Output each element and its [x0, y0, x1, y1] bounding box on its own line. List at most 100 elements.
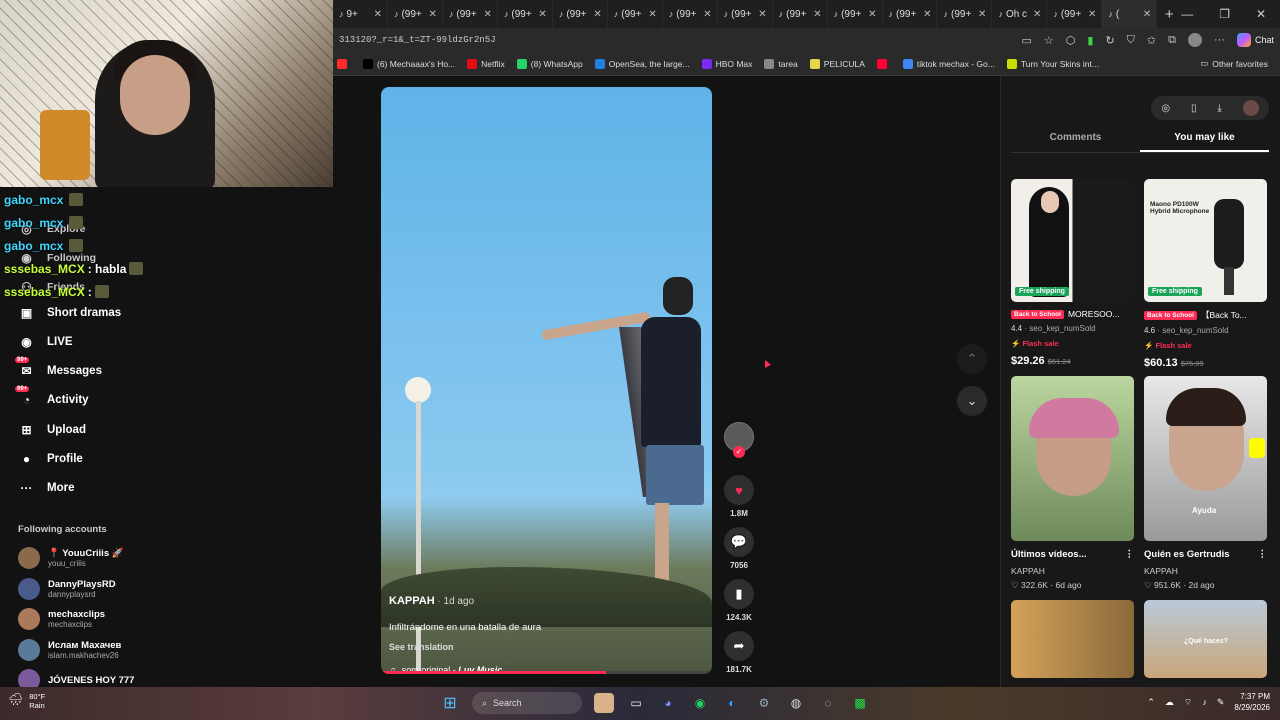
follow-plus-icon[interactable]: ✓	[733, 446, 745, 458]
browser-tab[interactable]: ♪ (99+ ✕	[1047, 0, 1103, 28]
sidebar-item-live[interactable]: ◉ LIVE	[18, 333, 72, 350]
bookmark-item[interactable]: Netflix	[467, 58, 505, 69]
following-account[interactable]: mechaxclips mechaxclips	[18, 608, 105, 630]
file-explorer-icon[interactable]: ▭	[626, 693, 646, 713]
close-icon[interactable]: ✕	[813, 9, 821, 20]
shield-icon[interactable]: ⛉	[1127, 34, 1135, 47]
browser-tab[interactable]: ♪ (99+ ✕	[553, 0, 608, 28]
bookmark-item[interactable]: (8) WhatsApp	[516, 58, 583, 69]
video-card[interactable]: Ayuda Quién es Gertrudis ⋮ KAPPAH ♡ 951.6…	[1144, 376, 1267, 591]
browser-tab[interactable]: ♪ (99+ ✕	[443, 0, 498, 28]
browser-tab[interactable]: ♪ (99+ ✕	[608, 0, 663, 28]
video-progress-bar[interactable]	[381, 671, 712, 674]
minimize-icon[interactable]: —	[1181, 7, 1193, 21]
browser-tab[interactable]: ♪(✕	[1102, 0, 1158, 28]
close-icon[interactable]: ✕	[593, 9, 601, 20]
video-player[interactable]: KAPPAH · 1d ago Infiltrándome en una bat…	[381, 87, 712, 674]
share-button[interactable]: ➦ 181.7K	[720, 631, 758, 674]
bookmark-item[interactable]: Turn Your Skins int...	[1006, 58, 1099, 69]
bookmark-item[interactable]: OpenSea, the large...	[594, 58, 690, 69]
close-icon[interactable]: ✕	[703, 9, 711, 20]
product-card[interactable]: Free shipping Back to School MORESOO... 4…	[1011, 179, 1134, 367]
close-icon[interactable]: ✕	[483, 9, 491, 20]
tab-comments[interactable]: Comments	[1011, 132, 1140, 152]
close-icon[interactable]: ✕	[374, 9, 382, 20]
browser-tab[interactable]: ♪ (99+ ✕	[388, 0, 443, 28]
bookmark-item[interactable]: (6) Mechaaax's Ho...	[363, 58, 455, 69]
close-icon[interactable]: ✕	[648, 9, 656, 20]
close-icon[interactable]: ✕	[538, 9, 546, 20]
bookmark-item[interactable]: tarea	[764, 58, 798, 69]
like-button[interactable]: ♥ 1.8M	[720, 475, 758, 518]
browser-tab[interactable]: ♪ (99+ ✕	[718, 0, 773, 28]
app-icon[interactable]: ◌	[818, 693, 838, 713]
bookmark-item[interactable]: PELICULA	[809, 58, 865, 69]
menu-dots-icon[interactable]: ···	[1214, 34, 1225, 46]
browser-tab[interactable]: ♪ (99+ ✕	[498, 0, 553, 28]
following-account[interactable]: 📍 YouuCriiis 🚀 youu_criiis	[18, 547, 124, 569]
bookmark-item[interactable]: HBO Max	[701, 58, 752, 69]
profile-avatar-icon[interactable]	[1187, 33, 1202, 47]
download-icon[interactable]: ⤓	[1217, 103, 1221, 114]
close-icon[interactable]: ✕	[923, 9, 931, 20]
green-app-icon[interactable]: ▩	[850, 693, 870, 713]
see-translation-link[interactable]: See translation	[389, 642, 709, 652]
favorites-icon[interactable]: ✩	[1147, 34, 1156, 47]
video-card[interactable]: Últimos vídeos... ⋮ KAPPAH ♡ 322.6K · 6d …	[1011, 376, 1134, 591]
video-card[interactable]	[1011, 600, 1134, 678]
close-icon[interactable]: ✕	[429, 9, 437, 20]
network-icon[interactable]: ⌔	[1184, 697, 1192, 708]
browser-tab[interactable]: ♪ (99+ ✕	[883, 0, 938, 28]
close-icon[interactable]: ✕	[1088, 9, 1096, 20]
favorite-star-icon[interactable]: ☆	[1044, 34, 1054, 47]
close-icon[interactable]: ✕	[758, 9, 766, 20]
bookmark-item[interactable]: tiktok mechax - Go...	[902, 58, 995, 69]
close-icon[interactable]: ✕	[978, 9, 986, 20]
following-account[interactable]: Ислам Махачев islam.makhachev26	[18, 638, 121, 661]
clock[interactable]: 7:37 PM 8/29/2026	[1234, 691, 1270, 713]
sidebar-item-activity[interactable]: ◔ 99+ Activity	[15, 385, 89, 409]
bookmark-item[interactable]	[876, 58, 891, 69]
sidebar-item-more[interactable]: ··· More	[18, 480, 75, 497]
extension-icon[interactable]: ⬡	[1066, 34, 1076, 47]
chevron-up-icon[interactable]: ⌃	[1147, 697, 1155, 708]
spotify-icon[interactable]: ◉	[690, 693, 710, 713]
edge-icon[interactable]: ◐	[722, 693, 742, 713]
close-icon[interactable]: ✕	[1033, 9, 1041, 20]
close-icon[interactable]: ✕	[1143, 9, 1151, 20]
compass-icon[interactable]: ◎	[1161, 103, 1170, 114]
other-favorites-folder[interactable]: ▭ Other favorites	[1200, 58, 1276, 69]
copilot-chat-button[interactable]: Chat	[1236, 33, 1274, 47]
more-options-icon[interactable]: ⋮	[1125, 549, 1135, 560]
url-field[interactable]: 313120?_r=1&_t=ZT-99ldzGr2n5J	[339, 35, 496, 45]
steam-icon[interactable]: ⚙	[754, 693, 774, 713]
cloud-icon[interactable]: ☁	[1165, 697, 1174, 708]
following-account[interactable]: DannyPlaysRD dannyplaysrd	[18, 577, 116, 600]
browser-tab[interactable]: ♪ (99+ ✕	[828, 0, 883, 28]
sidebar-item-messages[interactable]: ✉ 99+ Messages	[15, 356, 102, 380]
battery-icon[interactable]: ▮	[1087, 34, 1093, 47]
new-tab-button[interactable]: +	[1157, 6, 1181, 23]
discord-icon[interactable]: ◕	[658, 693, 678, 713]
restore-icon[interactable]: ❐	[1219, 7, 1230, 21]
save-button[interactable]: ▮ 124.3K	[720, 579, 758, 622]
browser-tab[interactable]: ♪ (99+ ✕	[663, 0, 718, 28]
comment-button[interactable]: 💬 7056	[720, 527, 758, 570]
tab-you-may-like[interactable]: You may like	[1140, 132, 1269, 152]
close-window-icon[interactable]: ✕	[1256, 7, 1266, 21]
volume-icon[interactable]: ♪	[1202, 697, 1207, 707]
browser-tab[interactable]: ♪ (99+ ✕	[773, 0, 828, 28]
phone-icon[interactable]: ▯	[1191, 103, 1197, 114]
sidebar-item-profile[interactable]: ● Profile	[18, 451, 83, 468]
sidebar-item-upload[interactable]: ⊞ Upload	[18, 421, 86, 438]
video-card[interactable]: ¿Qué haces?	[1144, 600, 1267, 678]
close-icon[interactable]: ✕	[868, 9, 876, 20]
obs-icon[interactable]: ◍	[786, 693, 806, 713]
more-options-icon[interactable]: ⋮	[1258, 549, 1268, 560]
browser-tab[interactable]: ♪ (99+ ✕	[937, 0, 993, 28]
collections-icon[interactable]: ⧉	[1168, 34, 1176, 47]
bookmark-item[interactable]	[337, 58, 351, 69]
product-card[interactable]: Maono PD100W Hybrid Microphone Free ship…	[1144, 179, 1267, 369]
taskbar-search[interactable]: ⌕ Search	[472, 692, 582, 714]
next-video-button[interactable]: ⌄	[957, 386, 987, 416]
